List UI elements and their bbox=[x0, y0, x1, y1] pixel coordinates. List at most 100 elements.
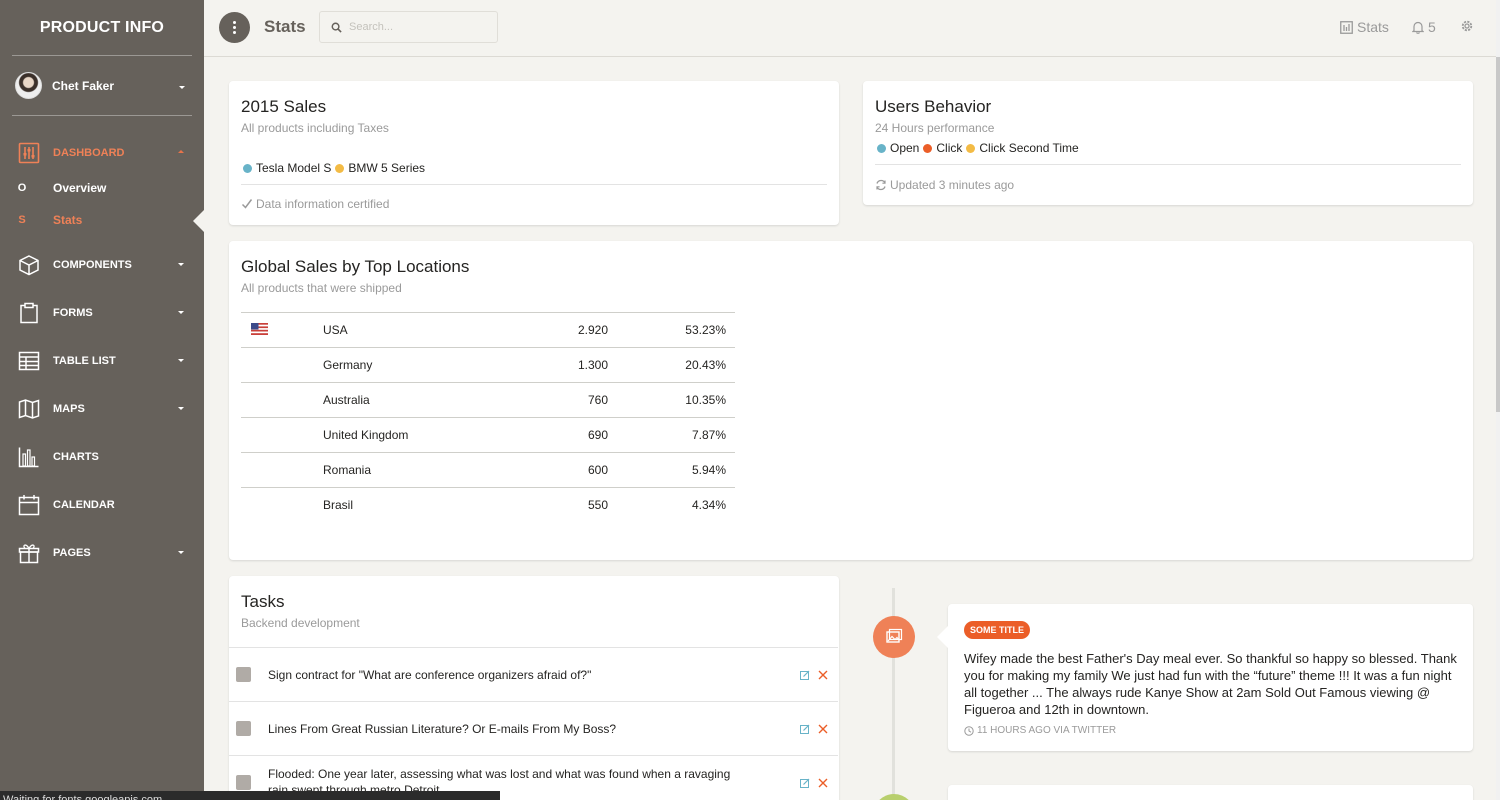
legend-dot bbox=[243, 163, 252, 173]
active-indicator bbox=[193, 209, 205, 233]
box-icon bbox=[19, 255, 39, 276]
country-cell: United Kingdom bbox=[323, 417, 508, 453]
sidebar-item-calendar[interactable]: CALENDAR bbox=[0, 489, 204, 521]
sidebar-item-label: TABLE LIST bbox=[53, 355, 116, 367]
card-category: Backend development bbox=[241, 616, 360, 630]
sidebar-mini-label: S bbox=[18, 214, 26, 226]
sidebar-item-label: MAPS bbox=[53, 403, 85, 415]
close-icon[interactable] bbox=[818, 670, 828, 680]
legend-label: Tesla Model S bbox=[256, 161, 332, 175]
card-title: Users Behavior bbox=[875, 97, 992, 116]
sidebar-item-table-list[interactable]: TABLE LIST bbox=[0, 345, 204, 377]
locations-card: Global Sales by Top Locations All produc… bbox=[229, 241, 1473, 560]
legend-dot bbox=[923, 143, 933, 153]
chevron-down-icon bbox=[178, 359, 184, 362]
chevron-down-icon bbox=[179, 86, 185, 89]
stats-link-label: Stats bbox=[1357, 19, 1389, 35]
flag-cell bbox=[241, 382, 323, 418]
panel-icon bbox=[1340, 20, 1353, 34]
legend-label: Click Second Time bbox=[979, 141, 1079, 155]
user-menu[interactable]: Chet Faker bbox=[12, 56, 192, 116]
search-input[interactable] bbox=[349, 21, 489, 33]
sidebar-item-label: FORMS bbox=[53, 307, 93, 319]
check-icon bbox=[241, 199, 253, 209]
card-footer: Data information certified bbox=[241, 197, 389, 211]
close-icon[interactable] bbox=[818, 778, 828, 788]
sidebar-item-overview[interactable]: O Overview bbox=[0, 176, 204, 200]
table-row: Brasil 550 4.34% bbox=[241, 487, 735, 523]
sidebar-item-label: CALENDAR bbox=[53, 499, 115, 511]
topbar: Stats Stats 5 bbox=[204, 0, 1500, 57]
value-cell: 600 bbox=[508, 452, 608, 488]
card-title: Tasks bbox=[241, 592, 285, 611]
notification-count: 5 bbox=[1428, 19, 1436, 35]
edit-icon[interactable] bbox=[800, 724, 810, 734]
card-title: Global Sales by Top Locations bbox=[241, 257, 470, 276]
timeline-badge bbox=[873, 794, 915, 800]
sidebar-item-dashboard[interactable]: DASHBOARD bbox=[0, 137, 204, 169]
timeline-footer-text: 11 HOURS AGO VIA TWITTER bbox=[977, 725, 1117, 736]
card-category: 24 Hours performance bbox=[875, 121, 995, 135]
sidebar: PRODUCT INFO Chet Faker DASHBOARD O Over… bbox=[0, 0, 204, 800]
dashboard-icon bbox=[18, 142, 40, 164]
sidebar-item-forms[interactable]: FORMS bbox=[0, 297, 204, 329]
country-cell: USA bbox=[323, 312, 508, 348]
sidebar-item-maps[interactable]: MAPS bbox=[0, 393, 204, 425]
search-box[interactable] bbox=[319, 11, 498, 43]
country-cell: Romania bbox=[323, 452, 508, 488]
chevron-down-icon bbox=[178, 551, 184, 554]
flag-cell bbox=[241, 487, 323, 523]
stats-link[interactable]: Stats bbox=[1340, 19, 1389, 35]
sales-card: 2015 Sales All products including Taxes … bbox=[229, 81, 839, 225]
card-title: 2015 Sales bbox=[241, 97, 327, 116]
chevron-up-icon bbox=[178, 150, 184, 153]
locations-table: USA 2.920 53.23% Germany 1.300 20.43% Australi… bbox=[241, 312, 735, 523]
brand-logo[interactable]: PRODUCT INFO bbox=[12, 0, 192, 56]
settings-button[interactable] bbox=[1460, 19, 1478, 33]
edit-icon[interactable] bbox=[800, 670, 810, 680]
gallery-icon bbox=[886, 628, 903, 643]
value-cell: 2.920 bbox=[508, 312, 608, 348]
us-flag-icon bbox=[251, 322, 268, 335]
legend-dot bbox=[966, 143, 976, 153]
chevron-down-icon bbox=[178, 311, 184, 314]
timeline-badge bbox=[873, 616, 915, 658]
search-icon bbox=[331, 22, 342, 33]
flag-cell bbox=[241, 417, 323, 453]
clipboard-icon bbox=[20, 302, 38, 324]
task-checkbox[interactable] bbox=[236, 775, 251, 790]
legend-label: Click bbox=[936, 141, 963, 155]
calendar-icon bbox=[18, 495, 40, 516]
percent-cell: 7.87% bbox=[608, 417, 735, 453]
sidebar-item-label: COMPONENTS bbox=[53, 259, 132, 271]
country-cell: Brasil bbox=[323, 487, 508, 523]
value-cell: 690 bbox=[508, 417, 608, 453]
user-name: Chet Faker bbox=[52, 78, 115, 93]
sidebar-item-label: Overview bbox=[53, 181, 107, 195]
gear-icon bbox=[1461, 20, 1473, 32]
percent-cell: 10.35% bbox=[608, 382, 735, 418]
task-row: Sign contract for "What are conference o… bbox=[229, 647, 838, 701]
country-cell: Germany bbox=[323, 347, 508, 383]
more-vertical-button[interactable] bbox=[219, 12, 250, 43]
percent-cell: 20.43% bbox=[608, 347, 735, 383]
timeline-card bbox=[948, 785, 1473, 800]
task-checkbox[interactable] bbox=[236, 721, 251, 736]
sidebar-item-pages[interactable]: PAGES bbox=[0, 537, 204, 569]
edit-icon[interactable] bbox=[800, 778, 810, 788]
table-icon bbox=[18, 351, 40, 371]
card-category: All products that were shipped bbox=[241, 281, 402, 295]
scrollbar-thumb[interactable] bbox=[1496, 57, 1500, 412]
legend-dot bbox=[335, 163, 345, 173]
sidebar-item-components[interactable]: COMPONENTS bbox=[0, 249, 204, 281]
legend-label: BMW 5 Series bbox=[348, 161, 426, 175]
sidebar-item-stats[interactable]: S Stats bbox=[0, 208, 204, 232]
sidebar-item-charts[interactable]: CHARTS bbox=[0, 441, 204, 473]
task-checkbox[interactable] bbox=[236, 667, 251, 682]
close-icon[interactable] bbox=[818, 724, 828, 734]
notifications-button[interactable]: 5 bbox=[1412, 19, 1436, 35]
sidebar-item-label: PAGES bbox=[53, 547, 91, 559]
divider bbox=[875, 164, 1461, 165]
percent-cell: 4.34% bbox=[608, 487, 735, 523]
task-text: Lines From Great Russian Literature? Or … bbox=[268, 722, 617, 736]
